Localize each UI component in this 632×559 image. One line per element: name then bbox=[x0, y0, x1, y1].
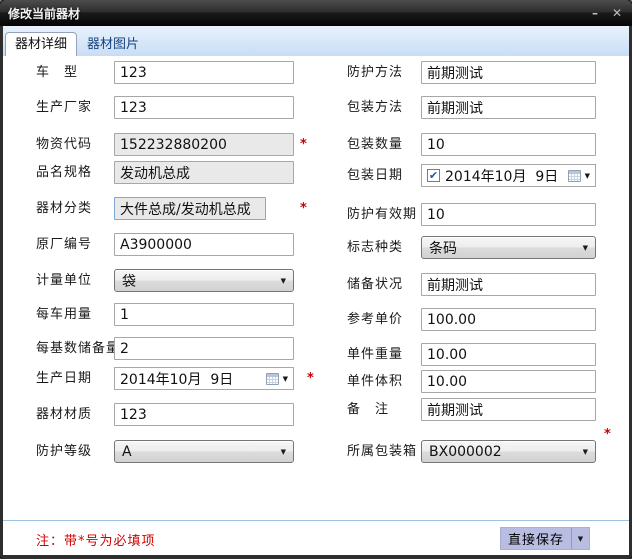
unit-weight-input[interactable] bbox=[421, 343, 596, 366]
dialog-modify-equipment: 修改当前器材 – ✕ 器材详细 器材图片 车 型 生产厂家 物资代码 * 品名规… bbox=[0, 0, 632, 559]
row-unit-weight: 单件重量 bbox=[3, 343, 629, 367]
protection-method-input[interactable] bbox=[421, 61, 596, 84]
row-packaging-quantity: 包装数量 bbox=[3, 133, 629, 157]
calendar-icon bbox=[568, 170, 581, 182]
remarks-label: 备 注 bbox=[347, 398, 389, 422]
window-controls: – ✕ bbox=[592, 7, 622, 19]
row-packaging-date: 包装日期 ✔ 2014年10月 9日 ▼ bbox=[3, 164, 629, 188]
required-asterisk: * bbox=[604, 427, 611, 442]
packaging-method-label: 包装方法 bbox=[347, 96, 403, 120]
packaging-date-picker[interactable]: ✔ 2014年10月 9日 ▼ bbox=[421, 164, 596, 187]
save-button-label[interactable]: 直接保存 bbox=[501, 528, 571, 549]
reference-price-label: 参考单价 bbox=[347, 308, 403, 332]
mark-type-dropdown[interactable]: 条码 ▼ bbox=[421, 236, 596, 259]
close-button[interactable]: ✕ bbox=[612, 7, 622, 19]
packaging-method-input[interactable] bbox=[421, 96, 596, 119]
packaging-quantity-input[interactable] bbox=[421, 133, 596, 156]
save-options-toggle[interactable]: ▼ bbox=[571, 528, 589, 549]
row-protection-validity: 防护有效期 bbox=[3, 203, 629, 227]
row-packaging-method: 包装方法 bbox=[3, 96, 629, 120]
row-mark-type: 标志种类 条码 ▼ bbox=[3, 236, 629, 260]
reserve-status-label: 储备状况 bbox=[347, 273, 403, 297]
row-packaging-box: 所属包装箱 BX000002 ▼ * bbox=[3, 440, 629, 464]
packaging-date-value: 2014年10月 9日 bbox=[445, 166, 558, 186]
mark-type-value: 条码 bbox=[429, 238, 457, 258]
packaging-date-checkbox[interactable]: ✔ bbox=[427, 169, 440, 182]
tab-equipment-details[interactable]: 器材详细 bbox=[5, 32, 77, 56]
protection-validity-label: 防护有效期 bbox=[347, 203, 417, 227]
row-reference-price: 参考单价 bbox=[3, 308, 629, 332]
remarks-input[interactable] bbox=[421, 398, 596, 421]
packaging-date-label: 包装日期 bbox=[347, 164, 403, 188]
form-area: 车 型 生产厂家 物资代码 * 品名规格 器材分类 * 原厂编号 计量单位 bbox=[3, 56, 629, 520]
titlebar: 修改当前器材 – ✕ bbox=[0, 0, 632, 26]
packaging-box-dropdown[interactable]: BX000002 ▼ bbox=[421, 440, 596, 463]
tab-equipment-pictures[interactable]: 器材图片 bbox=[77, 32, 149, 56]
save-button[interactable]: 直接保存 ▼ bbox=[500, 527, 590, 550]
row-remarks: 备 注 bbox=[3, 398, 629, 422]
row-unit-volume: 单件体积 bbox=[3, 370, 629, 394]
protection-method-label: 防护方法 bbox=[347, 61, 403, 85]
packaging-box-label: 所属包装箱 bbox=[347, 440, 417, 464]
reserve-status-input[interactable] bbox=[421, 273, 596, 296]
reference-price-input[interactable] bbox=[421, 308, 596, 331]
chevron-down-icon: ▼ bbox=[578, 534, 583, 544]
unit-weight-label: 单件重量 bbox=[347, 343, 403, 367]
unit-volume-input[interactable] bbox=[421, 370, 596, 393]
window-title: 修改当前器材 bbox=[8, 5, 80, 22]
tab-strip: 器材详细 器材图片 bbox=[3, 26, 629, 56]
footer-bar: 注：带*号为必填项 直接保存 ▼ bbox=[3, 520, 629, 555]
packaging-quantity-label: 包装数量 bbox=[347, 133, 403, 157]
required-note: 注：带*号为必填项 bbox=[36, 530, 156, 549]
packaging-box-value: BX000002 bbox=[429, 444, 502, 460]
minimize-button[interactable]: – bbox=[592, 7, 598, 19]
chevron-down-icon: ▼ bbox=[583, 243, 588, 253]
chevron-down-icon: ▼ bbox=[585, 171, 590, 181]
unit-volume-label: 单件体积 bbox=[347, 370, 403, 394]
mark-type-label: 标志种类 bbox=[347, 236, 403, 260]
row-reserve-status: 储备状况 bbox=[3, 273, 629, 297]
protection-validity-input[interactable] bbox=[421, 203, 596, 226]
chevron-down-icon: ▼ bbox=[583, 447, 588, 457]
row-protection-method: 防护方法 bbox=[3, 61, 629, 85]
